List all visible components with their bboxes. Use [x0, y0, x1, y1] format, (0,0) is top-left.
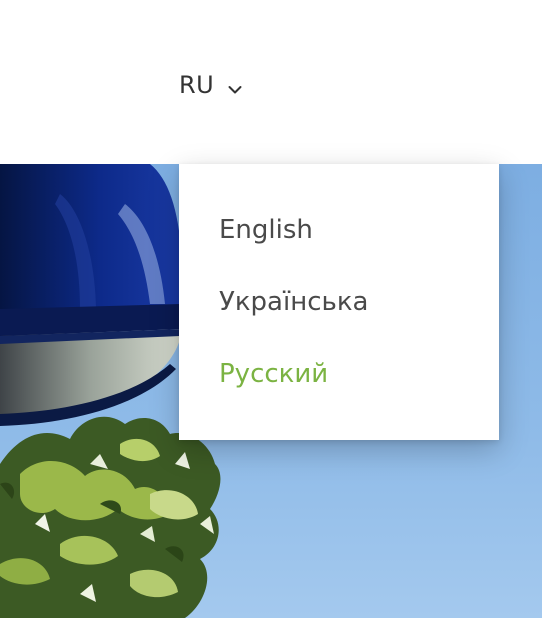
- site-header: RU: [0, 0, 542, 164]
- language-option-russian[interactable]: Русский: [219, 356, 328, 392]
- language-option-ukrainian[interactable]: Українська: [219, 284, 368, 320]
- chevron-down-icon: [228, 80, 242, 94]
- current-language-label: RU: [179, 71, 215, 99]
- language-switcher[interactable]: RU: [179, 68, 242, 102]
- tree-foliage: [0, 416, 221, 618]
- language-dropdown-menu: English Українська Русский: [179, 164, 499, 440]
- language-option-english[interactable]: English: [219, 212, 313, 248]
